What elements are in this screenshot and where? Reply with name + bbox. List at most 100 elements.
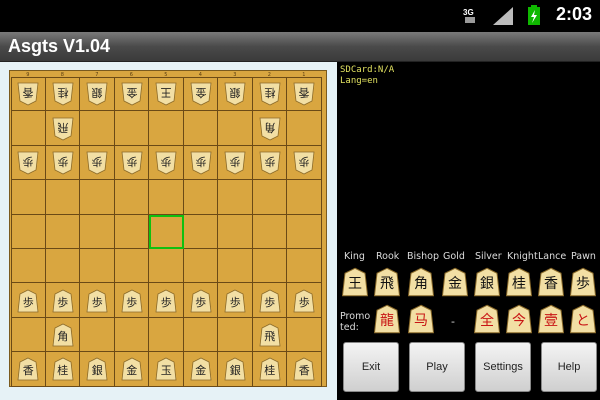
shogi-piece[interactable]: 銀 [86, 82, 108, 106]
shogi-piece[interactable]: 歩 [121, 151, 143, 175]
piece-selector[interactable]: 歩 [569, 267, 597, 297]
exit-button[interactable]: Exit [343, 342, 399, 392]
board-square[interactable] [80, 180, 115, 215]
board-square[interactable] [80, 249, 115, 284]
settings-button[interactable]: Settings [475, 342, 531, 392]
board-square[interactable] [149, 317, 184, 353]
board-square[interactable] [183, 249, 218, 284]
help-button[interactable]: Help [541, 342, 597, 392]
shogi-piece[interactable]: 金 [121, 82, 143, 106]
board-square[interactable] [114, 111, 149, 146]
promoted-piece-selector[interactable]: と [569, 304, 597, 334]
shogi-piece[interactable]: 歩 [86, 151, 108, 175]
board-square[interactable] [183, 111, 218, 146]
shogi-piece[interactable]: 玉 [155, 357, 177, 381]
shogi-piece[interactable]: 香 [293, 357, 315, 381]
shogi-board[interactable]: 987654321香桂銀金王金銀桂香飛角歩歩歩歩歩歩歩歩歩歩歩歩歩歩歩歩歩歩角飛… [9, 70, 327, 387]
board-square[interactable] [149, 180, 184, 215]
board-square[interactable] [218, 111, 253, 146]
shogi-piece[interactable]: 歩 [293, 151, 315, 175]
shogi-piece[interactable]: 金 [190, 357, 212, 381]
board-square[interactable] [252, 214, 287, 249]
promoted-piece-selector[interactable]: 马 [407, 304, 435, 334]
piece-selector[interactable]: 王 [341, 267, 369, 297]
selected-square[interactable] [149, 214, 184, 249]
board-square[interactable] [11, 111, 46, 146]
shogi-piece[interactable]: 桂 [52, 357, 74, 381]
shogi-piece[interactable]: 角 [259, 117, 281, 141]
shogi-piece[interactable]: 銀 [86, 357, 108, 381]
board-square[interactable] [252, 249, 287, 284]
board-square[interactable] [80, 111, 115, 146]
shogi-piece[interactable]: 歩 [155, 289, 177, 313]
shogi-piece[interactable]: 桂 [259, 357, 281, 381]
board-square[interactable] [287, 249, 322, 284]
board-square[interactable] [114, 180, 149, 215]
piece-selector[interactable]: 香 [537, 267, 565, 297]
shogi-piece[interactable]: 銀 [224, 357, 246, 381]
board-square[interactable] [11, 249, 46, 284]
shogi-piece[interactable]: 桂 [52, 82, 74, 106]
shogi-piece[interactable]: 金 [121, 357, 143, 381]
piece-selector[interactable]: 桂 [505, 267, 533, 297]
shogi-piece[interactable]: 香 [293, 82, 315, 106]
board-square[interactable] [287, 317, 322, 353]
shogi-piece[interactable]: 飛 [259, 323, 281, 347]
shogi-piece[interactable]: 歩 [259, 289, 281, 313]
shogi-piece[interactable]: 香 [17, 82, 39, 106]
shogi-piece[interactable]: 銀 [224, 82, 246, 106]
promoted-piece-selector[interactable]: 壹 [537, 304, 565, 334]
play-button[interactable]: Play [409, 342, 465, 392]
board-square[interactable] [80, 317, 115, 353]
shogi-piece[interactable]: 歩 [121, 289, 143, 313]
board-square[interactable] [287, 214, 322, 249]
shogi-piece[interactable]: 香 [17, 357, 39, 381]
shogi-piece[interactable]: 金 [190, 82, 212, 106]
board-square[interactable] [114, 214, 149, 249]
board-square[interactable] [149, 111, 184, 146]
board-square[interactable] [183, 317, 218, 353]
piece-selector[interactable]: 飛 [373, 267, 401, 297]
promoted-piece-selector[interactable]: 全 [473, 304, 501, 334]
board-square[interactable] [11, 317, 46, 353]
shogi-piece[interactable]: 歩 [293, 289, 315, 313]
board-square[interactable] [80, 214, 115, 249]
shogi-piece[interactable]: 飛 [52, 117, 74, 141]
promoted-piece-selector[interactable]: 今 [505, 304, 533, 334]
shogi-piece[interactable]: 歩 [52, 289, 74, 313]
piece-selector[interactable]: 角 [407, 267, 435, 297]
shogi-piece[interactable]: 歩 [190, 151, 212, 175]
board-square[interactable] [114, 249, 149, 284]
board-square[interactable] [183, 214, 218, 249]
board-square[interactable] [218, 249, 253, 284]
board-square[interactable] [11, 180, 46, 215]
shogi-piece[interactable]: 歩 [259, 151, 281, 175]
board-square[interactable] [183, 180, 218, 215]
shogi-piece[interactable]: 歩 [17, 151, 39, 175]
board-square[interactable] [114, 317, 149, 353]
promoted-piece-selector[interactable]: 龍 [373, 304, 401, 334]
shogi-piece[interactable]: 歩 [155, 151, 177, 175]
shogi-piece[interactable]: 歩 [17, 289, 39, 313]
piece-selector[interactable]: 銀 [473, 267, 501, 297]
board-square[interactable] [45, 249, 80, 284]
board-square[interactable] [252, 180, 287, 215]
board-square[interactable] [218, 317, 253, 353]
shogi-piece[interactable]: 歩 [52, 151, 74, 175]
shogi-piece[interactable]: 角 [52, 323, 74, 347]
shogi-piece[interactable]: 歩 [224, 289, 246, 313]
shogi-piece[interactable]: 歩 [86, 289, 108, 313]
board-square[interactable] [218, 214, 253, 249]
board-square[interactable] [287, 180, 322, 215]
board-square[interactable] [287, 111, 322, 146]
board-square[interactable] [11, 214, 46, 249]
shogi-piece[interactable]: 歩 [190, 289, 212, 313]
board-square[interactable] [45, 180, 80, 215]
shogi-piece[interactable]: 歩 [224, 151, 246, 175]
shogi-piece[interactable]: 桂 [259, 82, 281, 106]
piece-selector[interactable]: 金 [441, 267, 469, 297]
board-square[interactable] [45, 214, 80, 249]
board-square[interactable] [218, 180, 253, 215]
shogi-piece[interactable]: 王 [155, 82, 177, 106]
board-square[interactable] [149, 249, 184, 284]
